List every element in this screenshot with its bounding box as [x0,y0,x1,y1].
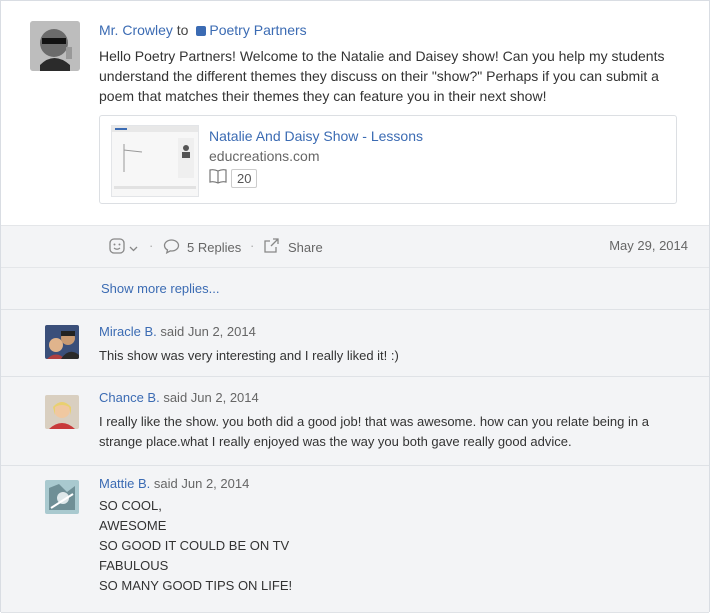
post-body: Hello Poetry Partners! Welcome to the Na… [99,48,665,104]
reply-text: This show was very interesting and I rea… [99,348,399,363]
attachment-domain: educreations.com [209,148,320,164]
post-main: Mr. Crowley to Poetry Partners Hello Poe… [1,1,709,225]
reply-item: Chance B. said Jun 2, 2014 I really like… [1,377,709,466]
show-more-row: Show more replies... [1,268,709,310]
book-icon [209,168,227,189]
comment-icon [163,238,180,257]
share-label: Share [288,240,323,255]
replies-count: 5 Replies [187,240,242,255]
attachment-card[interactable]: Natalie And Daisy Show - Lessons educrea… [99,115,677,204]
reply-avatar[interactable] [45,325,79,359]
reply-item: Mattie B. said Jun 2, 2014 SO COOL, AWES… [1,466,709,613]
author-avatar[interactable] [30,21,80,71]
reply-header: Miracle B. said Jun 2, 2014 [99,324,256,339]
post-date: May 29, 2014 [609,238,688,253]
share-button[interactable]: Share [263,238,323,257]
reply-header: Mattie B. said Jun 2, 2014 [99,476,249,491]
share-icon [263,238,280,257]
attachment-title[interactable]: Natalie And Daisy Show - Lessons [209,128,423,144]
reply-avatar[interactable] [45,480,79,514]
reply-author[interactable]: Chance B. [99,390,160,405]
reply-date: said Jun 2, 2014 [163,390,259,405]
reply-item: Miracle B. said Jun 2, 2014 This show wa… [1,310,709,377]
reply-date: said Jun 2, 2014 [153,476,250,491]
replies-button[interactable]: 5 Replies [163,238,241,257]
attachment-thumbnail[interactable] [111,125,199,197]
reply-header: Chance B. said Jun 2, 2014 [99,390,259,405]
post-card: Mr. Crowley to Poetry Partners Hello Poe… [0,0,710,613]
reply-author[interactable]: Mattie B. [99,476,150,491]
chevron-down-icon [129,240,138,255]
replies-section: Show more replies... Miracle B. said Jun… [1,268,709,613]
show-more-replies-link[interactable]: Show more replies... [101,281,220,296]
attachment-count: 20 [209,168,258,189]
reply-author[interactable]: Miracle B. [99,324,157,339]
post-actions-bar: · 5 Replies · Share May 29, 2014 [1,225,709,268]
action-separator: · [250,238,255,253]
reply-date: said Jun 2, 2014 [160,324,256,339]
group-icon [196,26,207,36]
group-name[interactable]: Poetry Partners [209,22,306,38]
to-word: to [176,22,189,38]
action-separator: · [149,238,154,253]
author-name[interactable]: Mr. Crowley [99,22,173,38]
post-header: Mr. Crowley to Poetry Partners [99,22,307,38]
reply-avatar[interactable] [45,395,79,429]
reaction-button[interactable] [109,238,138,257]
smiley-icon [109,238,125,257]
lesson-count: 20 [231,168,258,188]
reply-text: I really like the show. you both did a g… [99,414,649,449]
reply-text: SO COOL, AWESOME SO GOOD IT COULD BE ON … [99,498,293,593]
